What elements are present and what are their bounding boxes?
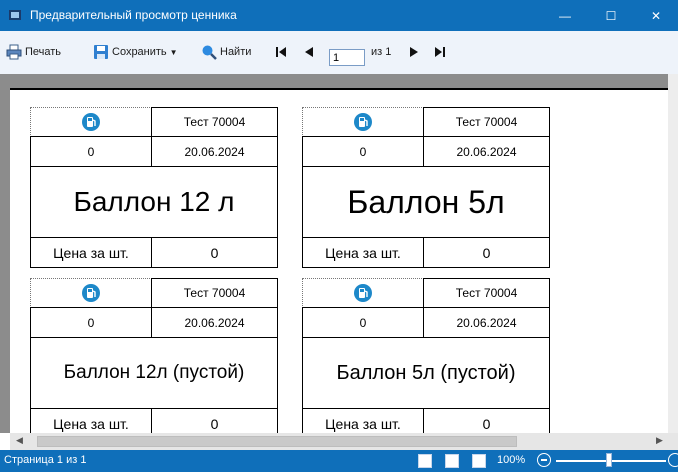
fit-page-icon[interactable] (445, 454, 459, 468)
horizontal-scrollbar[interactable]: ◀ ▶ (10, 433, 678, 450)
tag-date: 20.06.2024 (423, 307, 550, 338)
fit-width-icon[interactable] (418, 454, 432, 468)
price-value: 0 (423, 237, 550, 268)
report-page: Тест 70004 0 20.06.2024 Баллон 12 л Цена… (10, 88, 668, 439)
logo-cell (302, 107, 424, 137)
page-status: Страница 1 из 1 (4, 454, 87, 466)
fuel-station-icon (82, 113, 100, 131)
zoom-slider-thumb[interactable] (606, 453, 612, 467)
zoom-level: 100% (497, 454, 526, 466)
title-bar: Предварительный просмотр ценника — ☐ ✕ (0, 0, 678, 31)
tag-product-name: Баллон 5л (302, 167, 550, 237)
tag-qty: 0 (30, 136, 152, 167)
window-title: Предварительный просмотр ценника (30, 8, 237, 22)
tag-product-name: Баллон 12 л (30, 167, 278, 237)
print-button[interactable]: Печать (6, 41, 61, 63)
maximize-icon: ☐ (605, 8, 617, 23)
chevron-down-icon: ▼ (169, 47, 178, 57)
tag-date: 20.06.2024 (151, 136, 278, 167)
tag-code: Тест 70004 (423, 107, 550, 137)
save-label: Сохранить (112, 46, 167, 58)
tag-code: Тест 70004 (151, 278, 278, 308)
save-button[interactable]: Сохранить ▼ (93, 41, 178, 63)
logo-cell (30, 278, 152, 308)
price-value: 0 (151, 237, 278, 268)
vertical-scrollbar[interactable] (668, 74, 678, 433)
find-label: Найти (220, 46, 252, 58)
zoom-out-button[interactable] (537, 453, 551, 467)
tag-product-name: Баллон 12л (пустой) (30, 338, 278, 408)
scroll-right-icon[interactable]: ▶ (656, 435, 663, 446)
fuel-station-icon (354, 113, 372, 131)
logo-cell (302, 278, 424, 308)
first-page-button[interactable] (275, 41, 290, 63)
tag-product-name: Баллон 5л (пустой) (302, 338, 550, 408)
price-tag: Тест 70004 0 20.06.2024 Баллон 12 л Цена… (30, 107, 278, 277)
printer-icon (6, 44, 22, 60)
previous-page-button[interactable] (303, 41, 318, 63)
tag-qty: 0 (302, 136, 424, 167)
close-icon: ✕ (650, 8, 662, 23)
close-button[interactable]: ✕ (634, 0, 678, 31)
next-page-button[interactable] (408, 41, 423, 63)
zoom-in-button[interactable] (668, 453, 678, 467)
price-tag: Тест 70004 0 20.06.2024 Баллон 5л (пусто… (302, 278, 550, 448)
fuel-station-icon (82, 284, 100, 302)
minus-icon (541, 459, 547, 461)
page-total-text: из 1 (371, 46, 392, 58)
fuel-station-icon (354, 284, 372, 302)
find-button[interactable]: Найти (201, 41, 251, 63)
price-label: Цена за шт. (30, 237, 152, 268)
maximize-button[interactable]: ☐ (588, 0, 634, 31)
minimize-button[interactable]: — (542, 0, 588, 31)
previous-page-icon (305, 47, 313, 57)
tag-qty: 0 (302, 307, 424, 338)
minimize-icon: — (559, 8, 571, 23)
actual-size-icon[interactable] (472, 454, 486, 468)
first-page-icon (276, 47, 286, 57)
price-label: Цена за шт. (302, 237, 424, 268)
status-bar: Страница 1 из 1 100% (0, 450, 678, 472)
last-page-button[interactable] (434, 41, 449, 63)
tag-qty: 0 (30, 307, 152, 338)
tag-code: Тест 70004 (151, 107, 278, 137)
app-icon (9, 10, 21, 20)
scroll-left-icon[interactable]: ◀ (16, 435, 23, 446)
tag-date: 20.06.2024 (423, 136, 550, 167)
last-page-icon (435, 47, 445, 57)
page-total: из 1 (371, 41, 391, 63)
print-label: Печать (25, 46, 62, 58)
tag-date: 20.06.2024 (151, 307, 278, 338)
page-number-input[interactable] (329, 49, 365, 66)
search-icon (202, 45, 217, 60)
logo-cell (30, 107, 152, 137)
scrollbar-thumb[interactable] (37, 436, 517, 447)
price-tag: Тест 70004 0 20.06.2024 Баллон 5л Цена з… (302, 107, 550, 277)
save-icon (94, 45, 108, 59)
price-tag: Тест 70004 0 20.06.2024 Баллон 12л (пуст… (30, 278, 278, 448)
next-page-icon (410, 47, 418, 57)
tag-code: Тест 70004 (423, 278, 550, 308)
